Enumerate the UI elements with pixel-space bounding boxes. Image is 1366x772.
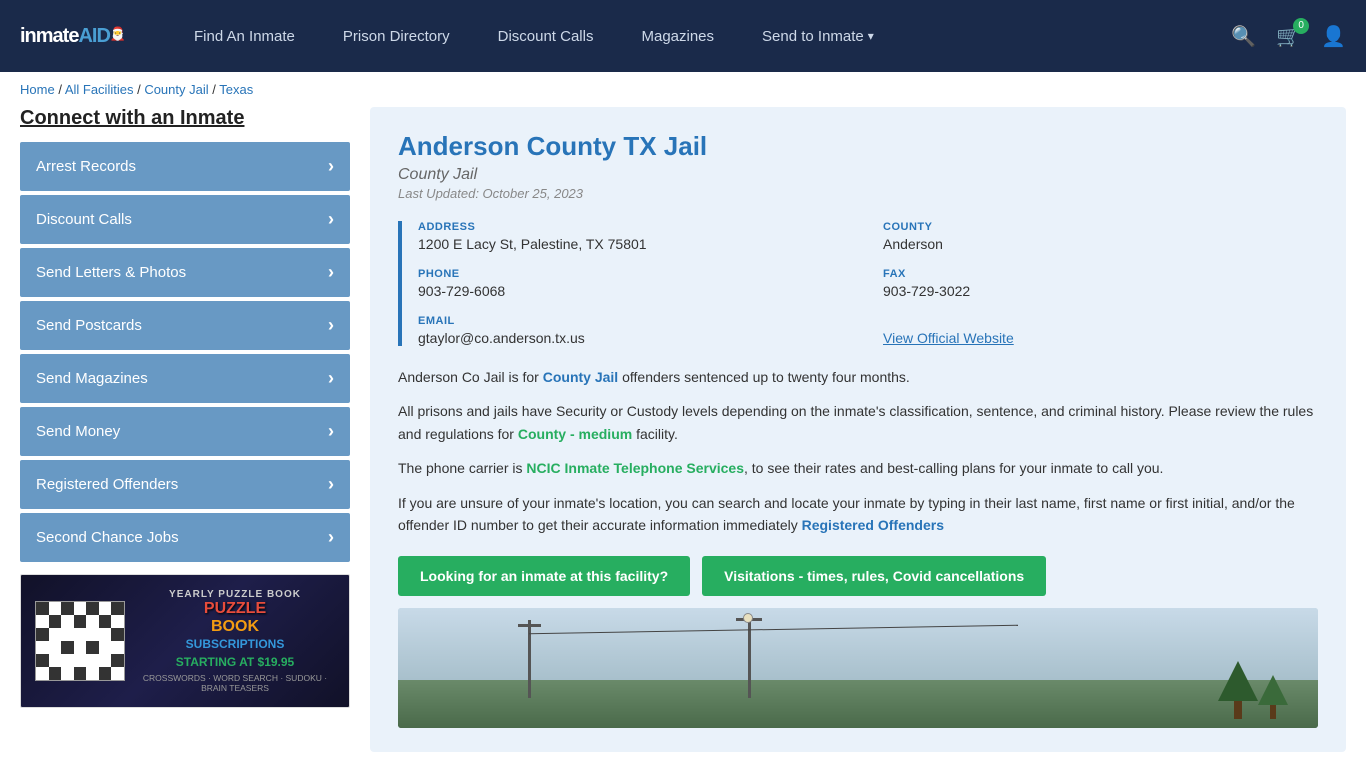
- sidebar-ad[interactable]: YEARLY PUZZLE BOOK PUZZLE BOOK SUBSCRIPT…: [20, 574, 350, 708]
- website-block: View Official Website: [883, 315, 1318, 346]
- ad-text: YEARLY PUZZLE BOOK PUZZLE BOOK SUBSCRIPT…: [135, 589, 335, 693]
- facility-title: Anderson County TX Jail: [398, 131, 1318, 162]
- nav-discount-calls[interactable]: Discount Calls: [474, 0, 618, 72]
- arrow-icon: ›: [328, 262, 334, 283]
- facility-updated: Last Updated: October 25, 2023: [398, 186, 1318, 201]
- phone-block: PHONE 903-729-6068: [418, 268, 853, 299]
- county-value: Anderson: [883, 236, 1318, 252]
- description-2: All prisons and jails have Security or C…: [398, 400, 1318, 445]
- header: inmateAID🎅 Find An Inmate Prison Directo…: [0, 0, 1366, 72]
- fax-label: FAX: [883, 268, 1318, 280]
- search-icon[interactable]: 🔍: [1231, 24, 1256, 49]
- find-inmate-button[interactable]: Looking for an inmate at this facility?: [398, 556, 690, 596]
- content-area: Anderson County TX Jail County Jail Last…: [370, 107, 1346, 752]
- description-3: The phone carrier is NCIC Inmate Telepho…: [398, 457, 1318, 479]
- breadcrumb-home[interactable]: Home: [20, 82, 55, 97]
- county-label: COUNTY: [883, 221, 1318, 233]
- logo-area[interactable]: inmateAID🎅: [20, 25, 160, 48]
- nav-find-inmate[interactable]: Find An Inmate: [170, 0, 319, 72]
- header-icons: 🔍 🛒 0 👤: [1231, 24, 1346, 49]
- sidebar-item-send-magazines[interactable]: Send Magazines ›: [20, 354, 350, 403]
- sidebar-item-registered-offenders[interactable]: Registered Offenders ›: [20, 460, 350, 509]
- fax-block: FAX 903-729-3022: [883, 268, 1318, 299]
- view-official-website-link[interactable]: View Official Website: [883, 330, 1014, 346]
- sidebar-item-discount-calls[interactable]: Discount Calls ›: [20, 195, 350, 244]
- phone-label: PHONE: [418, 268, 853, 280]
- ad-puzzle-graphic: [35, 601, 125, 681]
- fax-value: 903-729-3022: [883, 283, 1318, 299]
- arrow-icon: ›: [328, 315, 334, 336]
- user-icon[interactable]: 👤: [1321, 24, 1346, 49]
- arrow-icon: ›: [328, 209, 334, 230]
- cart-icon[interactable]: 🛒 0: [1276, 24, 1301, 49]
- sidebar-item-second-chance-jobs[interactable]: Second Chance Jobs ›: [20, 513, 350, 562]
- cart-badge: 0: [1293, 18, 1309, 34]
- nav-prison-directory[interactable]: Prison Directory: [319, 0, 474, 72]
- nav-send-to-inmate[interactable]: Send to Inmate ▾: [738, 0, 898, 72]
- sidebar-item-arrest-records[interactable]: Arrest Records ›: [20, 142, 350, 191]
- registered-offenders-link[interactable]: Registered Offenders: [802, 517, 944, 533]
- address-label: ADDRESS: [418, 221, 853, 233]
- send-dropdown-icon: ▾: [868, 29, 874, 43]
- main-layout: Connect with an Inmate Arrest Records › …: [0, 107, 1366, 772]
- breadcrumb-all-facilities[interactable]: All Facilities: [65, 82, 134, 97]
- county-block: COUNTY Anderson: [883, 221, 1318, 252]
- ncic-link[interactable]: NCIC Inmate Telephone Services: [526, 460, 744, 476]
- sidebar-title: Connect with an Inmate: [20, 107, 350, 130]
- facility-type: County Jail: [398, 166, 1318, 184]
- arrow-icon: ›: [328, 474, 334, 495]
- sidebar-item-send-postcards[interactable]: Send Postcards ›: [20, 301, 350, 350]
- sidebar-item-send-money[interactable]: Send Money ›: [20, 407, 350, 456]
- arrow-icon: ›: [328, 527, 334, 548]
- breadcrumb-texas[interactable]: Texas: [219, 82, 253, 97]
- visitations-button[interactable]: Visitations - times, rules, Covid cancel…: [702, 556, 1046, 596]
- email-block: EMAIL gtaylor@co.anderson.tx.us: [418, 315, 853, 346]
- county-jail-link-1[interactable]: County Jail: [543, 369, 618, 385]
- description-1: Anderson Co Jail is for County Jail offe…: [398, 366, 1318, 388]
- cta-buttons: Looking for an inmate at this facility? …: [398, 556, 1318, 596]
- email-value: gtaylor@co.anderson.tx.us: [418, 330, 853, 346]
- logo: inmateAID🎅: [20, 25, 125, 48]
- breadcrumb-county-jail[interactable]: County Jail: [144, 82, 208, 97]
- nav-magazines[interactable]: Magazines: [617, 0, 738, 72]
- email-label: EMAIL: [418, 315, 853, 327]
- phone-value: 903-729-6068: [418, 283, 853, 299]
- arrow-icon: ›: [328, 156, 334, 177]
- county-medium-link[interactable]: County - medium: [518, 426, 632, 442]
- facility-info: ADDRESS 1200 E Lacy St, Palestine, TX 75…: [398, 221, 1318, 346]
- sidebar-item-send-letters[interactable]: Send Letters & Photos ›: [20, 248, 350, 297]
- description-4: If you are unsure of your inmate's locat…: [398, 492, 1318, 537]
- breadcrumb: Home / All Facilities / County Jail / Te…: [0, 72, 1366, 107]
- arrow-icon: ›: [328, 421, 334, 442]
- facility-photo: [398, 608, 1318, 728]
- arrow-icon: ›: [328, 368, 334, 389]
- sidebar: Connect with an Inmate Arrest Records › …: [20, 107, 350, 752]
- address-block: ADDRESS 1200 E Lacy St, Palestine, TX 75…: [418, 221, 853, 252]
- address-value: 1200 E Lacy St, Palestine, TX 75801: [418, 236, 853, 252]
- main-nav: Find An Inmate Prison Directory Discount…: [170, 0, 1231, 72]
